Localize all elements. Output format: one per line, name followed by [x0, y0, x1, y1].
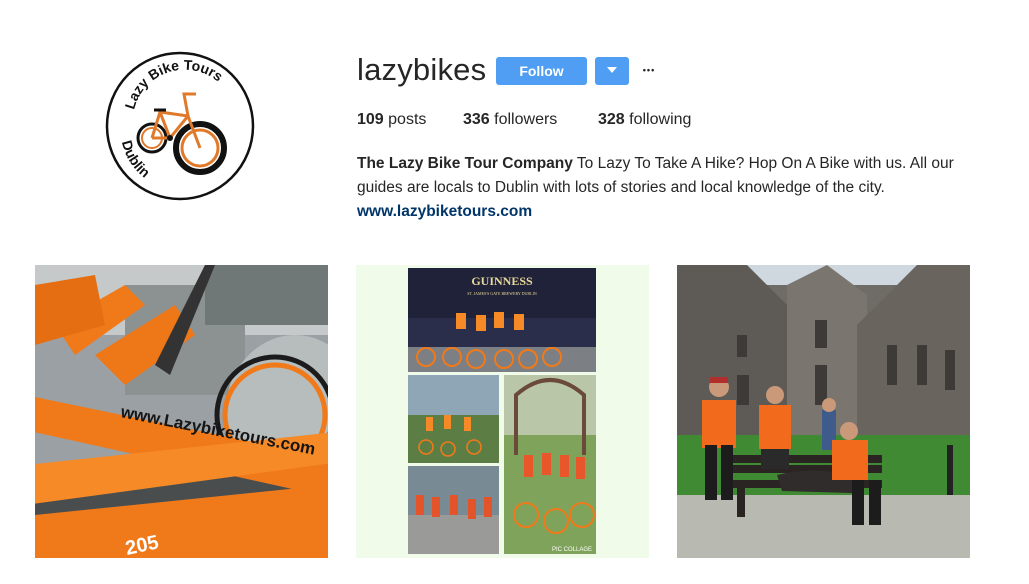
guinness-sign: GUINNESS — [471, 274, 533, 288]
following-link[interactable]: 328 following — [598, 111, 691, 129]
posts-count: 109 posts — [357, 111, 427, 128]
suggestions-dropdown-button[interactable] — [595, 57, 629, 85]
profile-avatar: Lazy Bike Tours Dublin — [104, 50, 256, 202]
website-link[interactable]: www.lazybiketours.com — [357, 203, 532, 220]
followers-link[interactable]: 336 followers — [463, 111, 557, 129]
ellipsis-icon: ••• — [642, 65, 656, 75]
guinness-sign-sub: ST. JAMES'S GATE BREWERY DUBLIN — [467, 291, 537, 296]
caret-down-icon — [607, 66, 617, 77]
follow-button[interactable]: Follow — [496, 57, 587, 85]
post-thumbnail[interactable]: www.Lazybiketours.com 205 — [35, 265, 328, 558]
more-options-button[interactable]: ••• — [639, 58, 659, 82]
profile-full-name: The Lazy Bike Tour Company — [357, 155, 573, 172]
post-thumbnail[interactable] — [677, 265, 970, 558]
post-thumbnail[interactable]: GUINNESS ST. JAMES'S GATE BREWERY DUBLIN… — [356, 265, 649, 558]
profile-bio: The Lazy Bike Tour Company To Lazy To Ta… — [357, 152, 997, 224]
collage-watermark: PIC COLLAGE — [552, 547, 592, 553]
profile-username: lazybikes — [357, 52, 487, 87]
